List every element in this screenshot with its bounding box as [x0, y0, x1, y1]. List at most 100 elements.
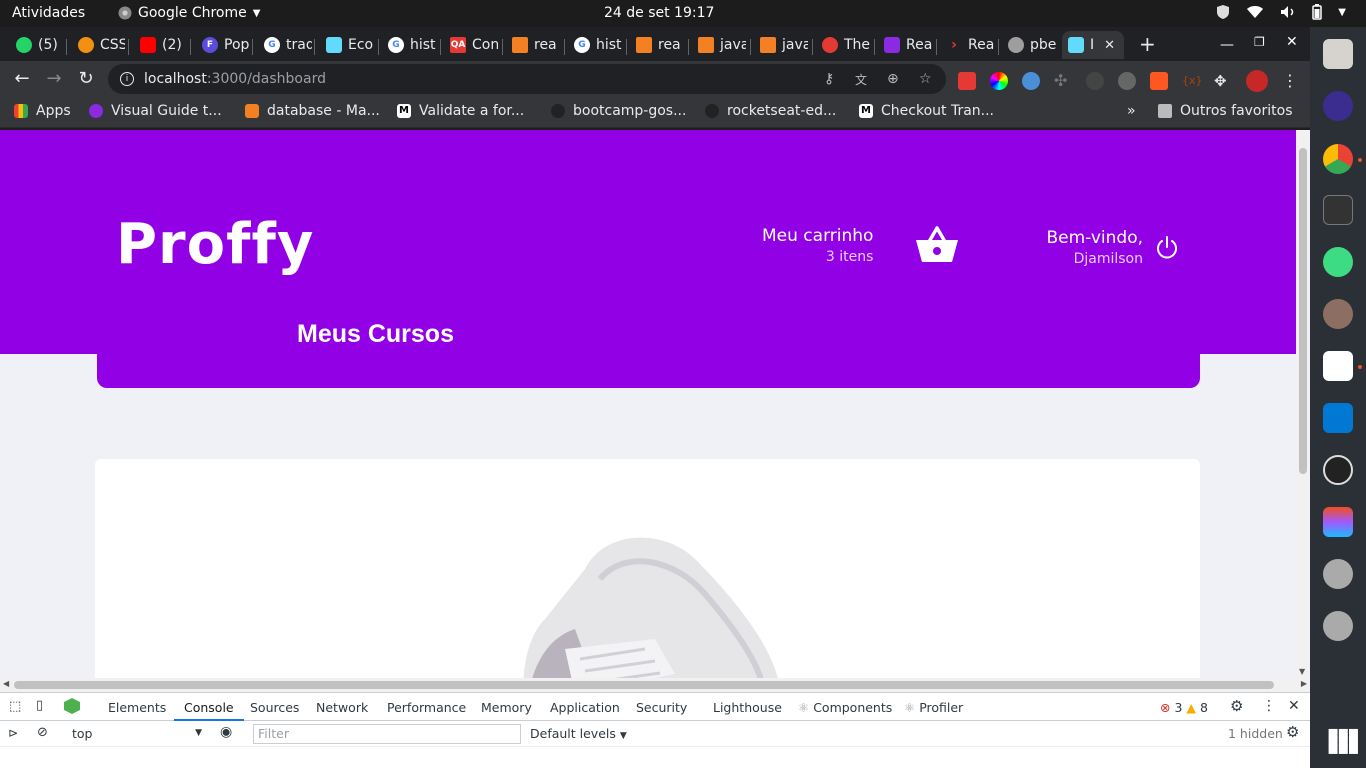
horizontal-scrollbar[interactable]: ◀ ▶: [0, 678, 1310, 692]
extension-icon[interactable]: ✣: [1054, 72, 1072, 90]
devtools-tab-sources[interactable]: Sources: [250, 700, 299, 715]
proffy-logo[interactable]: Proffy: [116, 212, 314, 277]
console-filter-input[interactable]: Filter: [253, 724, 521, 744]
bookmark-other-folder[interactable]: Outros favoritos: [1158, 103, 1293, 119]
devtools-tab-profiler[interactable]: ⚛ Profiler: [904, 700, 963, 715]
disc-icon[interactable]: [1323, 559, 1353, 589]
more-options-icon[interactable]: ⋮: [1262, 698, 1276, 714]
browser-tab[interactable]: pbe: [1002, 31, 1058, 59]
browser-tab[interactable]: QA Con: [444, 31, 498, 59]
scroll-thumb[interactable]: [14, 681, 1274, 689]
scroll-thumb[interactable]: [1299, 148, 1307, 474]
android-studio-icon[interactable]: [1323, 247, 1353, 277]
sidebar-toggle-icon[interactable]: ⊳: [8, 726, 18, 740]
maximize-icon[interactable]: ❐: [1254, 35, 1265, 49]
close-tab-icon[interactable]: ✕: [1104, 38, 1115, 53]
address-bar[interactable]: i localhost:3000/dashboard ⚷ 文 ⊕ ☆: [108, 64, 946, 94]
console-settings-icon[interactable]: ⚙: [1286, 723, 1299, 741]
avatar[interactable]: [1246, 70, 1268, 92]
chrome-icon[interactable]: [1323, 144, 1353, 174]
extension-icon[interactable]: [1118, 72, 1136, 90]
browser-tab[interactable]: F Pop: [196, 31, 250, 59]
bookmark-item[interactable]: M Checkout Tran...: [859, 103, 994, 119]
browser-tab[interactable]: Rea: [878, 31, 932, 59]
back-button[interactable]: ←: [10, 67, 34, 91]
clear-console-icon[interactable]: ⊘: [37, 725, 48, 740]
issues-counter[interactable]: ⊗ 3 ▲ 8: [1160, 700, 1208, 715]
zoom-icon[interactable]: ⊕: [887, 71, 899, 87]
star-icon[interactable]: ☆: [919, 71, 932, 87]
vscode-icon[interactable]: [1323, 403, 1353, 433]
translate-icon[interactable]: 文: [855, 71, 867, 88]
devtools-tab-console[interactable]: Console: [174, 700, 244, 721]
devtools-tab-security[interactable]: Security: [636, 700, 687, 715]
vertical-scrollbar[interactable]: ▼: [1296, 130, 1310, 678]
browser-tab-active[interactable]: I ✕: [1062, 31, 1124, 59]
close-devtools-icon[interactable]: ✕: [1288, 698, 1300, 714]
obs-icon[interactable]: [1323, 455, 1353, 485]
browser-tab[interactable]: Ghist: [568, 31, 622, 59]
disc-icon[interactable]: [1323, 611, 1353, 641]
extension-icon[interactable]: [990, 72, 1008, 90]
reload-button[interactable]: ↻: [74, 67, 98, 91]
settings-gear-icon[interactable]: ⚙: [1230, 697, 1243, 715]
browser-tab[interactable]: Eco: [320, 31, 375, 59]
scroll-down-icon[interactable]: ▼: [1299, 667, 1305, 676]
bookmark-item[interactable]: M Validate a for...: [397, 103, 524, 119]
browser-tab[interactable]: (2): [134, 31, 189, 59]
files-icon[interactable]: [1323, 39, 1353, 69]
clock[interactable]: 24 de set 19:17: [604, 5, 714, 21]
scroll-left-icon[interactable]: ◀: [3, 679, 9, 688]
info-icon[interactable]: i: [120, 72, 134, 86]
power-icon[interactable]: [1155, 235, 1179, 261]
forward-button[interactable]: →: [42, 67, 66, 91]
inspect-icon[interactable]: ⬚: [9, 699, 21, 714]
browser-tab[interactable]: › Rea: [940, 31, 994, 59]
extension-hex-icon[interactable]: [64, 698, 80, 714]
extension-icon[interactable]: [1150, 72, 1168, 90]
browser-tab[interactable]: java: [754, 31, 808, 59]
new-tab-button[interactable]: +: [1139, 32, 1156, 56]
show-apps-icon[interactable]: ▪▪▪ ▪▪▪ ▪▪▪: [1327, 724, 1360, 758]
puzzle-icon[interactable]: ✥: [1214, 72, 1232, 90]
context-select[interactable]: top ▼: [72, 726, 202, 741]
bookmark-item[interactable]: bootcamp-gos...: [551, 103, 686, 119]
devtools-tab-components[interactable]: ⚛ Components: [798, 700, 892, 715]
dbeaver-icon[interactable]: [1323, 299, 1353, 329]
device-toggle-icon[interactable]: ▯: [36, 698, 43, 713]
browser-tab[interactable]: rea: [506, 31, 560, 59]
browser-tab[interactable]: Gtrad: [258, 31, 312, 59]
browser-tab[interactable]: rea: [630, 31, 684, 59]
text-editor-icon[interactable]: [1323, 351, 1353, 381]
more-bookmarks-icon[interactable]: »: [1127, 103, 1136, 119]
browser-dark-icon[interactable]: [1323, 91, 1353, 121]
log-levels-dropdown[interactable]: Default levels ▼: [530, 726, 627, 741]
close-window-icon[interactable]: ✕: [1286, 34, 1298, 50]
devtools-tab-elements[interactable]: Elements: [108, 700, 166, 715]
terminal-icon[interactable]: [1323, 195, 1353, 225]
bookmark-item[interactable]: Visual Guide t...: [89, 103, 222, 119]
course-card[interactable]: [95, 459, 1200, 678]
devtools-tab-memory[interactable]: Memory: [481, 700, 532, 715]
minimize-icon[interactable]: —: [1220, 37, 1234, 53]
eye-icon[interactable]: ◉: [220, 724, 232, 740]
figma-icon[interactable]: [1323, 507, 1353, 537]
bookmark-item[interactable]: rocketseat-ed...: [705, 103, 836, 119]
app-menu[interactable]: Google Chrome ▼: [118, 5, 260, 21]
scroll-right-icon[interactable]: ▶: [1301, 679, 1307, 688]
activities-button[interactable]: Atividades: [12, 5, 85, 21]
devtools-tab-application[interactable]: Application: [550, 700, 620, 715]
bookmark-item[interactable]: database - Ma...: [245, 103, 380, 119]
browser-tab[interactable]: (5): [10, 31, 65, 59]
bookmark-apps[interactable]: Apps: [14, 103, 71, 119]
browser-tab[interactable]: CSS: [72, 31, 125, 59]
extension-icon[interactable]: [958, 72, 976, 90]
devtools-tab-network[interactable]: Network: [316, 700, 368, 715]
extension-icon[interactable]: [1086, 72, 1104, 90]
menu-kebab-icon[interactable]: ⋮: [1282, 72, 1300, 90]
devtools-tab-performance[interactable]: Performance: [387, 700, 466, 715]
system-tray[interactable]: ▼: [1216, 4, 1346, 20]
browser-tab[interactable]: The: [816, 31, 870, 59]
key-icon[interactable]: ⚷: [824, 71, 834, 87]
basket-icon[interactable]: [914, 226, 960, 264]
